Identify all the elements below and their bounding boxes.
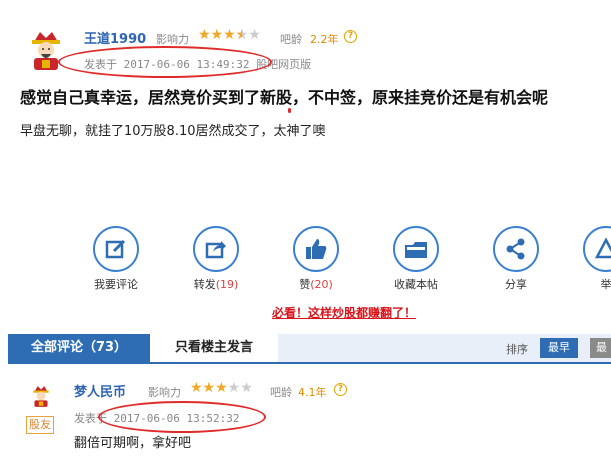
bookmark-button[interactable]: 收藏本帖 bbox=[386, 226, 446, 292]
age-value: 2.2年 bbox=[310, 33, 339, 46]
influence-label: 影响力 bbox=[156, 33, 189, 46]
action-label: 举 bbox=[600, 278, 611, 291]
bookmark-icon bbox=[393, 226, 439, 272]
comment-button[interactable]: 我要评论 bbox=[86, 226, 146, 292]
post-username[interactable]: 王道1990 bbox=[84, 28, 146, 47]
edit-icon bbox=[93, 226, 139, 272]
post-body: 早盘无聊，就挂了10万股8.10居然成交了，太神了噢 bbox=[20, 124, 326, 139]
influence-stars: ★★★★★ bbox=[190, 380, 253, 396]
help-icon[interactable]: ? bbox=[334, 383, 347, 396]
annotation-oval bbox=[98, 401, 266, 433]
help-icon[interactable]: ? bbox=[344, 30, 357, 43]
forward-button[interactable]: 转发(19) bbox=[186, 226, 246, 292]
age-label: 吧龄 bbox=[280, 33, 302, 46]
forward-count: (19) bbox=[215, 278, 239, 291]
share-forward-icon bbox=[193, 226, 239, 272]
action-label: 转发 bbox=[193, 278, 216, 291]
reply-text: 翻倍可期啊，拿好吧 bbox=[74, 436, 192, 451]
like-button[interactable]: 赞(20) bbox=[286, 226, 346, 292]
thumbs-up-icon bbox=[293, 226, 339, 272]
action-label: 赞 bbox=[299, 278, 311, 291]
sort-earliest-button[interactable]: 最早 bbox=[540, 338, 578, 358]
age-label: 吧龄 bbox=[270, 386, 292, 399]
action-label: 我要评论 bbox=[94, 278, 138, 291]
sort-label: 排序 bbox=[506, 343, 528, 356]
reply-avatar[interactable] bbox=[30, 384, 52, 408]
share-icon bbox=[493, 226, 539, 272]
like-count: (20) bbox=[310, 278, 333, 291]
action-label: 收藏本帖 bbox=[394, 278, 438, 291]
age-value: 4.1年 bbox=[298, 386, 327, 399]
sort-latest-button[interactable]: 最 bbox=[590, 338, 611, 358]
share-button[interactable]: 分享 bbox=[486, 226, 546, 292]
annotation-dot bbox=[288, 108, 291, 113]
tab-all-comments[interactable]: 全部评论（73） bbox=[8, 334, 150, 364]
promo-link[interactable]: 必看！这样炒股都赚翻了！ bbox=[272, 304, 416, 321]
report-button[interactable]: 举 bbox=[576, 226, 611, 292]
tab-host-only[interactable]: 只看楼主发言 bbox=[150, 334, 278, 362]
influence-stars: ★★★★★★ bbox=[198, 27, 261, 43]
post-title: 感觉自己真幸运，居然竞价买到了新股，不中签，原来挂竞价还是有机会呢 bbox=[20, 88, 549, 107]
influence-label: 影响力 bbox=[148, 386, 181, 399]
annotation-oval bbox=[58, 46, 272, 78]
reply-username[interactable]: 梦人民币 bbox=[74, 381, 126, 400]
report-icon bbox=[583, 226, 611, 272]
user-badge: 股友 bbox=[26, 416, 54, 434]
action-label: 分享 bbox=[505, 278, 527, 291]
